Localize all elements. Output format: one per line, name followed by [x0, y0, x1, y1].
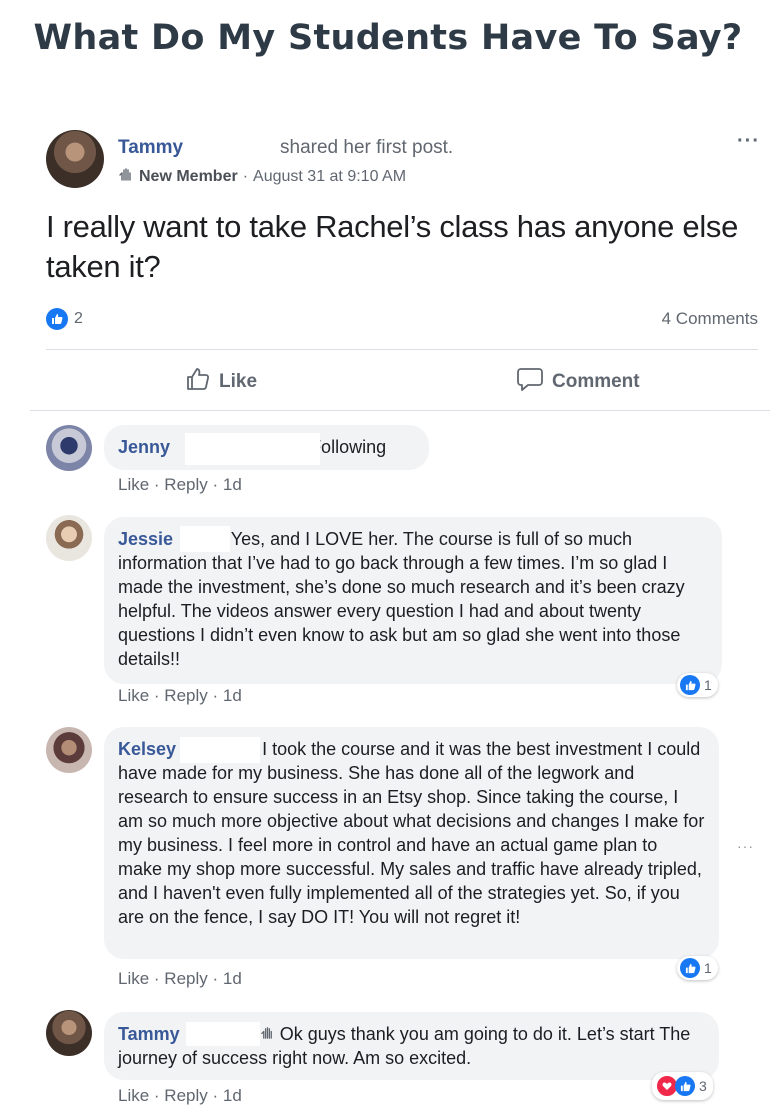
comment-button-label: Comment [552, 371, 640, 392]
divider [30, 410, 770, 411]
post-comments-count[interactable]: 4 Comments [662, 309, 758, 329]
comment-text: I took the course and it was the best in… [118, 739, 705, 927]
post-action-text: shared her first post. [280, 137, 454, 158]
thumbs-up-icon [680, 675, 700, 695]
commenter-avatar[interactable] [46, 727, 92, 773]
thumbs-up-icon [46, 308, 68, 330]
hand-wave-icon [118, 166, 134, 187]
new-member-badge: New Member [139, 167, 238, 185]
comment-reaction-badge[interactable]: 1 [677, 673, 718, 697]
thumbs-up-icon [185, 366, 211, 398]
comment-more-icon[interactable]: ··· [737, 838, 754, 854]
comment-text: Following [310, 437, 387, 457]
reaction-count: 3 [699, 1078, 707, 1094]
post-reactions[interactable]: 2 [46, 308, 83, 330]
comment-actions[interactable]: Like · Reply · 1d [118, 1086, 242, 1106]
reaction-count: 1 [704, 960, 712, 976]
comment-actions[interactable]: Like · Reply · 1d [118, 686, 242, 706]
redaction [185, 433, 320, 465]
thumbs-up-icon [680, 958, 700, 978]
comment-reaction-badge[interactable]: 1 [677, 956, 718, 980]
post-body: I really want to take Rachel’s class has… [46, 209, 739, 284]
commenter-avatar[interactable] [46, 515, 92, 561]
commenter-avatar[interactable] [46, 425, 92, 471]
comment-actions[interactable]: Like · Reply · 1d [118, 969, 242, 989]
speech-bubble-icon [516, 366, 544, 398]
page-title: What Do My Students Have To Say? [33, 18, 743, 58]
comment-reaction-badge[interactable]: 3 [652, 1072, 713, 1100]
post-author-name[interactable]: Tammy [118, 137, 183, 159]
commenter-name[interactable]: Kelsey [118, 739, 176, 759]
hand-wave-icon [260, 1024, 280, 1044]
post-more-icon[interactable]: ··· [737, 130, 760, 153]
commenter-avatar[interactable] [46, 1010, 92, 1056]
redaction [180, 737, 260, 763]
commenter-name[interactable]: Tammy [118, 1024, 180, 1044]
redaction [186, 1022, 260, 1046]
commenter-name[interactable]: Jenny [118, 437, 170, 457]
like-button[interactable]: Like [185, 366, 257, 398]
comment-button[interactable]: Comment [516, 366, 640, 398]
reaction-count: 1 [704, 677, 712, 693]
post-reaction-count: 2 [74, 310, 83, 327]
post-timestamp[interactable]: August 31 at 9:10 AM [253, 168, 406, 186]
commenter-name[interactable]: Jessie [118, 529, 173, 549]
thumbs-up-icon [675, 1076, 695, 1096]
post-author-avatar[interactable] [46, 130, 104, 188]
meta-separator: · [242, 167, 249, 185]
like-button-label: Like [219, 371, 258, 392]
comment-actions[interactable]: Like · Reply · 1d [118, 475, 242, 495]
redaction [180, 526, 230, 552]
post-meta: New Member · August 31 at 9:10 AM [118, 166, 406, 187]
divider [46, 349, 758, 350]
